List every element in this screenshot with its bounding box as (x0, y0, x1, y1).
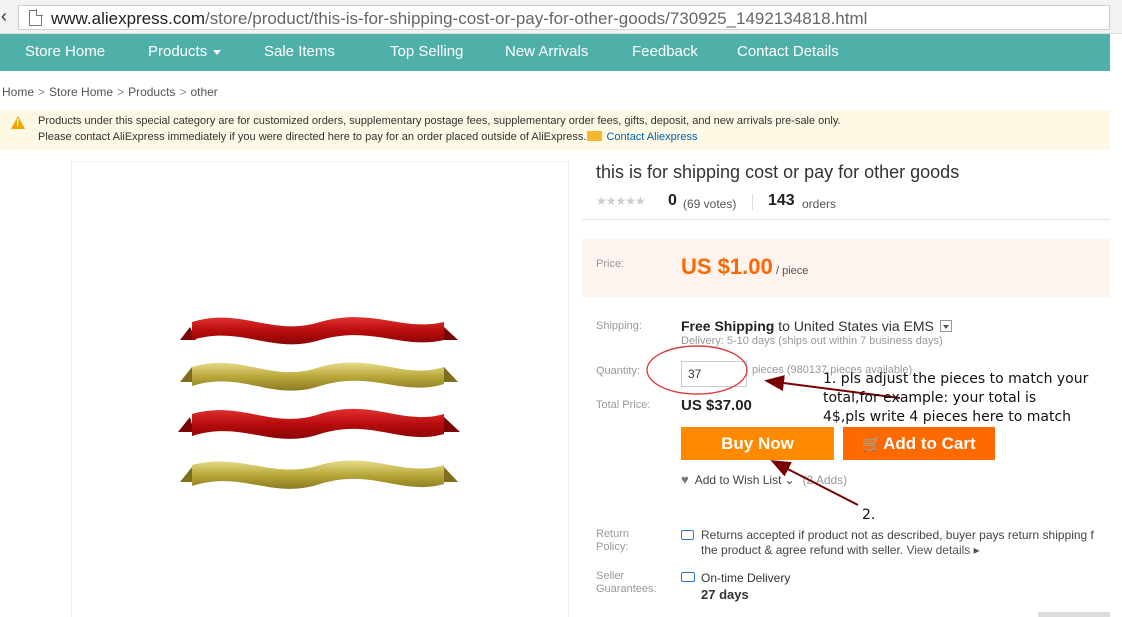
product-image-panel[interactable] (71, 161, 569, 617)
seller-label-2: Guarantees: (596, 583, 657, 595)
nav-sale-items[interactable]: Sale Items (264, 43, 335, 60)
on-time-delivery: On-time Delivery (701, 571, 791, 585)
nav-new-arrivals[interactable]: New Arrivals (505, 43, 588, 60)
delivery-days: 27 days (701, 587, 749, 602)
ribbon-gold-2 (180, 460, 458, 489)
category-notice: ! Products under this special category a… (0, 110, 1110, 150)
price-box (582, 239, 1110, 297)
url-field[interactable]: www.aliexpress.com/store/product/this-is… (18, 5, 1110, 30)
add-to-wishlist[interactable]: ♥ Add to Wish List ⌄ (2 Adds) (681, 472, 847, 487)
delivery-estimate: Delivery: 5-10 days (ships out within 7 … (681, 335, 943, 347)
browser-address-bar: ‹ www.aliexpress.com/store/product/this-… (0, 0, 1122, 34)
quantity-input[interactable] (681, 361, 747, 387)
heart-icon: ♥ (681, 472, 689, 487)
total-price-label: Total Price: (596, 399, 651, 411)
divider (582, 219, 1110, 220)
notice-text-1: Products under this special category are… (38, 115, 841, 127)
quantity-label: Quantity: (596, 365, 641, 377)
return-policy-icon (681, 530, 694, 540)
nav-products[interactable]: Products (148, 43, 222, 60)
buy-now-button[interactable]: Buy Now (681, 427, 834, 460)
ribbon-banners-image (178, 317, 460, 489)
wishlist-count: (2 Adds) (802, 473, 848, 487)
return-policy-text-2: the product & agree refund with seller. … (701, 543, 980, 557)
shipping-info: Free Shipping to United States via EMS (681, 318, 952, 334)
shipping-label: Shipping: (596, 320, 642, 332)
price-label: Price: (596, 258, 625, 270)
breadcrumb-other[interactable]: other (190, 85, 217, 99)
ribbon-red-2 (178, 408, 460, 439)
breadcrumb-products[interactable]: Products (128, 85, 175, 99)
envelope-icon (587, 131, 603, 141)
contact-aliexpress-link[interactable]: Contact Aliexpress (606, 131, 697, 143)
ribbon-red-1 (180, 317, 458, 345)
return-policy-text-1: Returns accepted if product not as descr… (701, 528, 1094, 542)
return-label-1: Return (596, 528, 630, 540)
votes-count[interactable]: (69 votes) (683, 197, 736, 211)
breadcrumb-store-home[interactable]: Store Home (49, 85, 113, 99)
annotation-note-1: 1. pls adjust the pieces to match your t… (823, 371, 1089, 425)
truck-icon (681, 572, 695, 582)
chevron-down-icon: ⌄ (784, 473, 795, 487)
product-title: this is for shipping cost or pay for oth… (596, 162, 960, 182)
nav-top-selling[interactable]: Top Selling (390, 43, 463, 60)
url-text: www.aliexpress.com/store/product/this-is… (51, 9, 868, 28)
shipping-dropdown-icon[interactable] (939, 320, 952, 332)
page-icon (29, 9, 43, 26)
nav-store-home[interactable]: Store Home (25, 43, 105, 60)
seller-label-1: Seller (596, 570, 625, 582)
ribbon-gold-1 (180, 362, 458, 391)
back-chevron-icon[interactable]: ‹ (1, 6, 7, 27)
orders-count: 143 (768, 192, 795, 209)
store-nav-bar: Store Home Products Sale Items Top Selli… (0, 34, 1110, 71)
view-details-link[interactable]: View details ▸ (906, 543, 979, 557)
breadcrumb-home[interactable]: Home (2, 85, 34, 99)
chevron-down-icon (213, 49, 222, 55)
price-unit: / piece (776, 265, 809, 277)
nav-contact-details[interactable]: Contact Details (737, 43, 839, 60)
add-to-cart-button[interactable]: 🛒 Add to Cart (843, 427, 995, 460)
breadcrumb: Home > Store Home > Products > other (2, 85, 218, 99)
rating-value: 0 (668, 192, 677, 209)
cart-icon: 🛒 (862, 435, 882, 453)
shipping-destination[interactable]: United States via EMS (794, 318, 934, 334)
annotation-note-2: 2. (862, 507, 876, 523)
rating-stars-icon: ★★★★★ (596, 194, 646, 208)
scrollbar-thumb[interactable] (1038, 612, 1110, 617)
return-label-2: Policy: (596, 541, 629, 553)
total-price-value: US $37.00 (681, 397, 752, 414)
nav-feedback[interactable]: Feedback (632, 43, 698, 60)
orders-label: orders (802, 197, 837, 211)
notice-text-2: Please contact AliExpress immediately if… (38, 131, 698, 143)
price-value: US $1.00 (681, 254, 773, 279)
